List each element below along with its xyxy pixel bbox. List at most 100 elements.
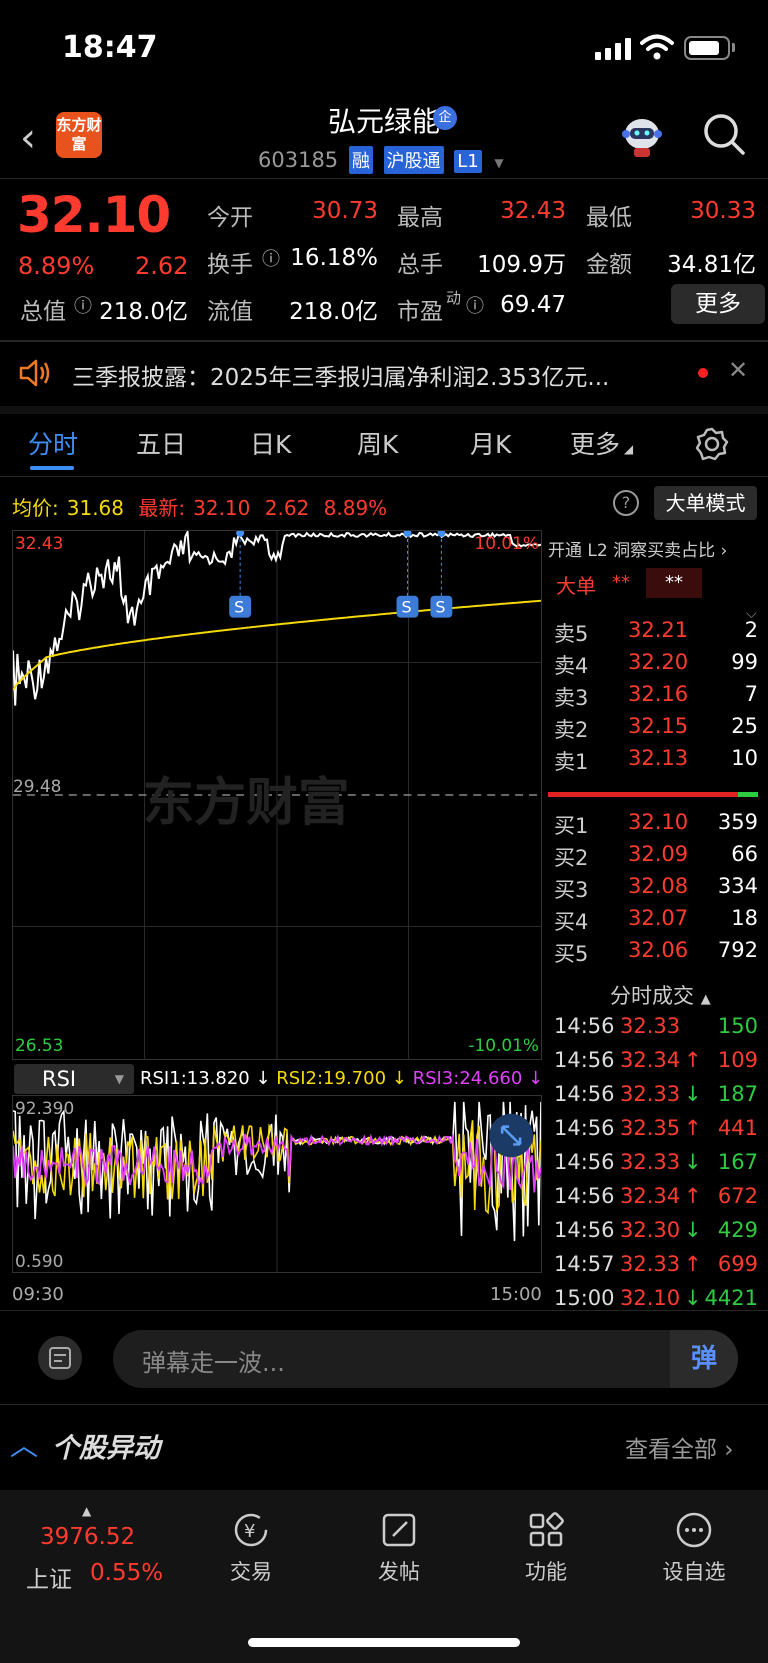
- order-volume: 7: [744, 682, 758, 706]
- view-all-link[interactable]: 查看全部 ›: [625, 1430, 734, 1464]
- x-start-label: 09:30: [12, 1284, 64, 1305]
- home-indicator: [248, 1638, 520, 1647]
- latest-change-pct: 8.89%: [323, 496, 388, 520]
- info-icon[interactable]: ⓘ: [262, 245, 280, 271]
- trade-price: 32.30: [620, 1218, 681, 1242]
- trade-time: 15:00: [554, 1286, 615, 1310]
- turnover-value: 16.18%: [290, 245, 378, 271]
- volume-label: 总手: [397, 252, 443, 278]
- sell-order-row: 卖2 32.15 25: [548, 714, 758, 746]
- nav-post[interactable]: 发帖: [354, 1510, 444, 1586]
- info-icon[interactable]: ⓘ: [466, 292, 484, 318]
- index-up-icon: ▲: [82, 1504, 92, 1518]
- chevron-up-icon[interactable]: ︿: [10, 1424, 38, 1464]
- indicator-select[interactable]: RSI ▼: [14, 1064, 134, 1094]
- trade-time: 14:56: [554, 1150, 615, 1174]
- float-cap-value: 218.0亿: [289, 299, 378, 325]
- pe-sup-label: 动: [446, 289, 462, 307]
- trade-row: 14:57 32.33 699 ↑: [548, 1252, 758, 1286]
- tab-weekly-k[interactable]: 周K: [357, 425, 398, 461]
- trade-arrow: ↑: [684, 1184, 702, 1208]
- settings-gear-icon[interactable]: [694, 426, 730, 462]
- buy-order-row: 买2 32.09 66: [548, 842, 758, 874]
- index-change[interactable]: 0.55%: [90, 1560, 163, 1586]
- amount-value: 34.81亿: [667, 252, 756, 278]
- watermark: 东方财富: [143, 773, 350, 833]
- trade-volume: 4421: [704, 1286, 758, 1310]
- tab-monthly-k[interactable]: 月K: [470, 425, 511, 461]
- trade-time: 14:56: [554, 1014, 615, 1038]
- assistant-robot-icon[interactable]: [618, 114, 666, 160]
- danmaku-placeholder: 弹幕走一波...: [142, 1349, 285, 1377]
- order-volume: 66: [731, 842, 758, 866]
- more-dots-icon: [676, 1512, 712, 1548]
- tab-five-day[interactable]: 五日: [136, 425, 186, 461]
- tab-intraday[interactable]: 分时: [28, 425, 78, 461]
- rsi3-value: RSI3:24.660 ↓: [412, 1068, 544, 1089]
- nav-trade[interactable]: ¥ 交易: [206, 1510, 296, 1586]
- order-volume: 792: [717, 938, 758, 962]
- more-button[interactable]: 更多: [671, 284, 765, 324]
- info-icon[interactable]: ⓘ: [74, 292, 92, 318]
- order-volume: 10: [731, 746, 758, 770]
- trade-row: 14:56 32.34 109 ↑: [548, 1048, 758, 1082]
- index-value[interactable]: 3976.52: [40, 1524, 135, 1550]
- rsi-values: RSI1:13.820 ↓ RSI2:19.700 ↓ RSI3:24.660 …: [140, 1068, 543, 1089]
- sell-marker-text: S: [234, 598, 244, 617]
- market-cap-value: 218.0亿: [99, 299, 188, 325]
- big-order-sell: **: [646, 568, 702, 598]
- buy-order-row: 买4 32.07 18: [548, 906, 758, 938]
- order-price: 32.09: [628, 842, 689, 866]
- tab-more[interactable]: 更多 ◢: [570, 425, 633, 461]
- index-name[interactable]: 上证: [26, 1560, 72, 1594]
- trade-volume: 109: [717, 1048, 758, 1072]
- order-level-label: 卖1: [554, 750, 589, 774]
- dropdown-caret-icon[interactable]: ▼: [494, 156, 503, 170]
- order-level-label: 买3: [554, 878, 589, 902]
- danmaku-send-button[interactable]: 弹: [670, 1330, 738, 1388]
- trades-title[interactable]: 分时成交 ▲: [610, 980, 711, 1010]
- big-order-mode-button[interactable]: 大单模式: [654, 486, 757, 520]
- y-max-label: 32.43: [15, 533, 63, 553]
- close-icon[interactable]: ✕: [728, 356, 748, 384]
- trade-time: 14:56: [554, 1218, 615, 1242]
- trade-time: 14:56: [554, 1048, 615, 1072]
- trade-time: 14:56: [554, 1116, 615, 1140]
- nav-functions[interactable]: 功能: [501, 1510, 591, 1586]
- buy-order-row: 买3 32.08 334: [548, 874, 758, 906]
- tag-connect: 沪股通: [383, 146, 444, 174]
- trade-arrow: ↓: [684, 1286, 702, 1310]
- notice-divider: [0, 406, 768, 414]
- change-percent: 8.89%: [18, 252, 95, 280]
- order-level-label: 买4: [554, 910, 589, 934]
- last-price: 32.10: [17, 186, 171, 244]
- l2-insight-link[interactable]: 开通 L2 洞察买卖占比 ›: [548, 536, 727, 561]
- unread-dot: [698, 368, 708, 378]
- sell-order-row: 卖5 32.21 2: [548, 618, 758, 650]
- trade-price: 32.33: [620, 1150, 681, 1174]
- rsi2-value: RSI2:19.700 ↓: [276, 1068, 407, 1089]
- notice-text[interactable]: 三季报披露：2025年三季报归属净利润2.353亿元...: [72, 358, 609, 392]
- rsi1-value: RSI1:13.820 ↓: [140, 1068, 271, 1089]
- danmaku-settings-icon[interactable]: [38, 1336, 82, 1380]
- rsi-chart[interactable]: 92.390 0.590: [12, 1095, 542, 1273]
- price-info-row: 均价: 31.68 最新: 32.10 2.62 8.89%: [12, 492, 395, 521]
- enterprise-badge: 企: [433, 106, 457, 130]
- avg-label: 均价:: [12, 496, 59, 520]
- trade-time: 14:56: [554, 1082, 615, 1106]
- grid-icon: [529, 1512, 564, 1547]
- tabs-divider: [0, 476, 768, 477]
- latest-change: 2.62: [264, 496, 310, 520]
- nav-watchlist[interactable]: 设自选: [649, 1510, 739, 1586]
- order-level-label: 买1: [554, 814, 589, 838]
- intraday-chart[interactable]: 东方财富 S S S 32.43 29.48 26.53 10.01% -10.…: [12, 530, 542, 1060]
- help-icon[interactable]: ?: [613, 490, 639, 516]
- search-icon[interactable]: [702, 112, 746, 156]
- order-volume: 18: [731, 906, 758, 930]
- trade-arrow: ↑: [684, 1252, 702, 1276]
- active-tab-indicator: [30, 466, 74, 470]
- sell-order-row: 卖1 32.13 10: [548, 746, 758, 778]
- section-title: 个股异动: [52, 1433, 160, 1464]
- tab-daily-k[interactable]: 日K: [250, 425, 291, 461]
- order-price: 32.21: [628, 618, 689, 642]
